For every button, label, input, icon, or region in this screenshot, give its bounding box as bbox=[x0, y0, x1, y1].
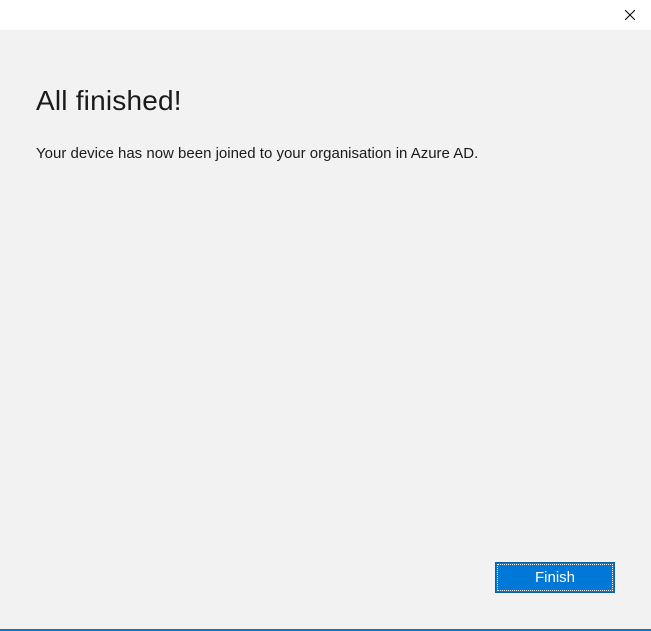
dialog-content: All finished! Your device has now been j… bbox=[0, 30, 651, 631]
close-icon bbox=[625, 7, 635, 25]
close-button[interactable] bbox=[615, 2, 645, 30]
titlebar bbox=[0, 0, 651, 30]
page-title: All finished! bbox=[36, 85, 615, 117]
page-description: Your device has now been joined to your … bbox=[36, 145, 615, 162]
finish-button[interactable]: Finish bbox=[495, 562, 615, 593]
button-row: Finish bbox=[495, 562, 615, 593]
